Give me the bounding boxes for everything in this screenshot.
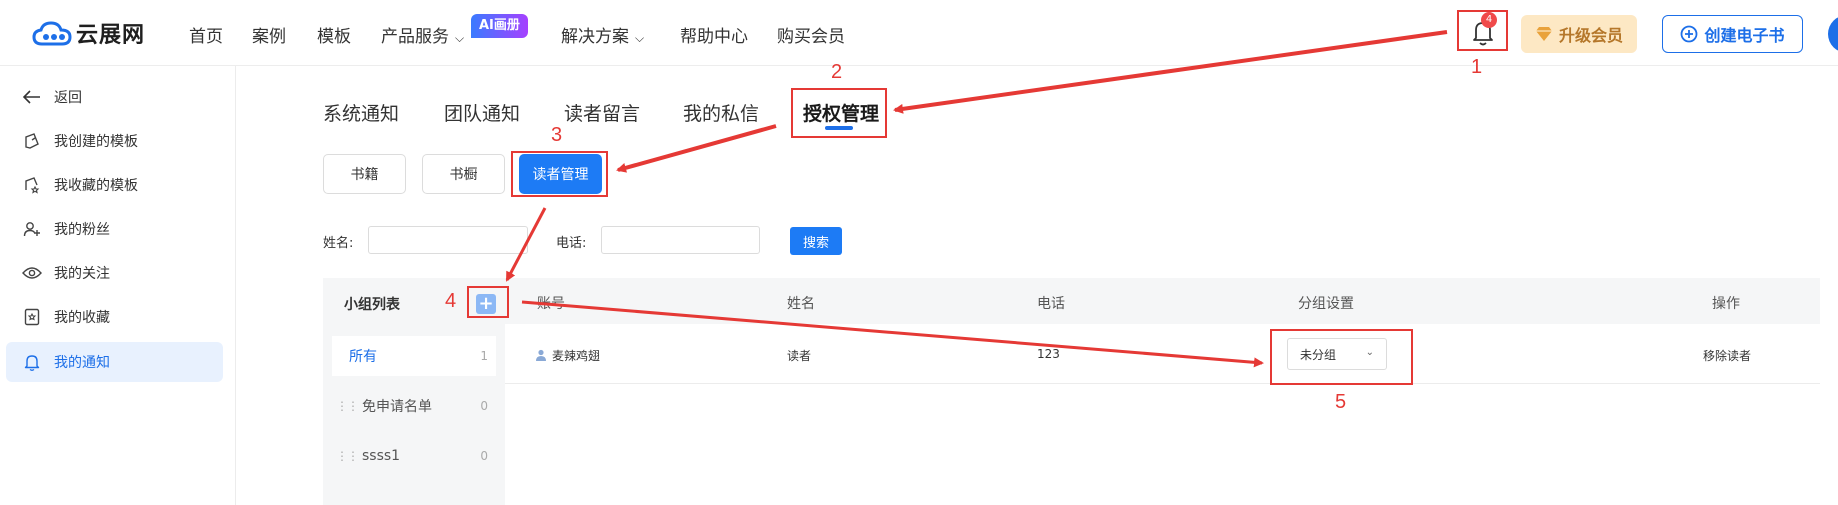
sidebar-item-label: 我的粉丝 <box>54 222 110 238</box>
cell-name: 读者 <box>787 349 812 363</box>
cloud-logo-icon <box>32 21 72 46</box>
sidebar-item-fans[interactable]: 我的粉丝 <box>6 209 223 249</box>
chevron-down-icon: ⌵ <box>635 31 645 45</box>
sidebar-back-label: 返回 <box>54 90 82 106</box>
nav-cases[interactable]: 案例 <box>252 22 286 47</box>
drag-handle-icon[interactable]: ⋮⋮ <box>336 449 359 463</box>
phone-filter-label: 电话: <box>556 236 587 251</box>
account-text: 麦辣鸡翅 <box>552 349 601 363</box>
sidebar-item-notifications[interactable]: 我的通知 <box>6 342 223 382</box>
create-label: 创建电子书 <box>1704 26 1785 45</box>
annotation-arrows <box>505 30 1448 368</box>
phone-input[interactable] <box>601 226 760 254</box>
column-header-phone: 电话 <box>1037 296 1065 312</box>
user-icon <box>536 349 546 361</box>
upgrade-label: 升级会员 <box>1558 26 1623 45</box>
sidebar-item-label: 我的收藏 <box>54 310 110 326</box>
sidebar-item-favorites[interactable]: 我的收藏 <box>6 297 223 337</box>
group-item-count: 0 <box>480 449 488 463</box>
tab-private-messages[interactable]: 我的私信 <box>683 99 759 126</box>
sidebar-item-created-templates[interactable]: 我创建的模板 <box>6 121 223 161</box>
eye-icon <box>22 263 42 283</box>
column-header-actions: 操作 <box>1712 296 1740 312</box>
user-plus-icon <box>22 219 42 239</box>
group-list-title: 小组列表 <box>344 297 400 313</box>
group-item-label: 免申请名单 <box>362 399 432 415</box>
avatar[interactable] <box>1828 15 1838 53</box>
group-item-count: 1 <box>480 349 488 363</box>
annotation-box-4 <box>467 286 509 318</box>
search-button[interactable]: 搜索 <box>790 227 842 255</box>
annotation-box-5 <box>1270 329 1413 385</box>
nav-membership[interactable]: 购买会员 <box>777 22 845 47</box>
brush-icon <box>22 131 42 151</box>
subtab-bookshelf[interactable]: 书橱 <box>422 154 505 194</box>
ai-badge[interactable]: AI画册 <box>471 14 528 38</box>
group-item-label: ssss1 <box>362 448 401 464</box>
nav-home[interactable]: 首页 <box>189 22 223 47</box>
bell-icon <box>22 352 42 372</box>
column-header-account: 账号 <box>537 296 565 312</box>
subtab-books[interactable]: 书籍 <box>323 154 406 194</box>
sidebar-item-label: 我收藏的模板 <box>54 178 138 194</box>
cell-account: 麦辣鸡翅 <box>535 347 600 364</box>
annotation-number-4: 4 <box>445 290 457 312</box>
nav-help[interactable]: 帮助中心 <box>680 22 748 47</box>
cell-phone: 123 <box>1037 347 1060 361</box>
annotation-box-3 <box>511 151 608 197</box>
template-star-icon <box>22 175 42 195</box>
drag-handle-icon[interactable]: ⋮⋮ <box>336 399 359 413</box>
sidebar-back[interactable]: 返回 <box>6 77 223 117</box>
chevron-down-icon: ⌵ <box>455 31 465 45</box>
page: 云展网 首页 案例 模板 产品服务 ⌵ AI画册 解决方案 ⌵ 帮助中心 购买会员 … <box>0 0 1838 505</box>
group-item-all[interactable]: 所有 1 <box>332 336 496 376</box>
remove-reader-link[interactable]: 移除读者 <box>1703 347 1751 364</box>
upgrade-membership-button[interactable]: 升级会员 <box>1521 15 1637 53</box>
sidebar-item-favorited-templates[interactable]: 我收藏的模板 <box>6 165 223 205</box>
nav-products-label: 产品服务 <box>381 27 449 47</box>
logo[interactable]: 云展网 <box>32 17 145 49</box>
tab-team-notice[interactable]: 团队通知 <box>444 99 520 126</box>
group-item-label: 所有 <box>349 349 377 365</box>
tab-reader-messages[interactable]: 读者留言 <box>564 99 640 126</box>
annotation-number-5: 5 <box>1335 391 1347 413</box>
annotation-number-1: 1 <box>1471 56 1483 78</box>
arrow-2-to-3 <box>616 124 777 173</box>
name-filter-label: 姓名: <box>323 236 354 251</box>
name-input[interactable] <box>368 226 528 254</box>
sidebar-item-label: 我创建的模板 <box>54 134 138 150</box>
table-header <box>505 278 1820 324</box>
annotation-box-2 <box>791 88 887 138</box>
nav-products[interactable]: 产品服务 ⌵ <box>381 22 464 47</box>
group-item-ssss1[interactable]: ⋮⋮ ssss1 0 <box>332 436 496 476</box>
nav-solutions[interactable]: 解决方案 ⌵ <box>561 22 644 47</box>
sidebar-item-label: 我的通知 <box>54 355 110 371</box>
plus-circle-icon <box>1681 25 1698 43</box>
annotation-number-3: 3 <box>551 124 563 146</box>
arrow-left-icon <box>22 87 42 107</box>
tab-system-notice[interactable]: 系统通知 <box>323 99 399 126</box>
group-item-whitelist[interactable]: ⋮⋮ 免申请名单 0 <box>332 386 496 426</box>
nav-solutions-label: 解决方案 <box>561 27 629 47</box>
create-ebook-button[interactable]: 创建电子书 <box>1662 15 1803 53</box>
sidebar-item-following[interactable]: 我的关注 <box>6 253 223 293</box>
sidebar-item-label: 我的关注 <box>54 266 110 282</box>
diamond-icon <box>1535 27 1552 41</box>
column-header-group-setting: 分组设置 <box>1298 296 1354 312</box>
top-navbar: 云展网 首页 案例 模板 产品服务 ⌵ AI画册 解决方案 ⌵ 帮助中心 购买会员 … <box>0 0 1838 66</box>
column-header-name: 姓名 <box>787 296 815 312</box>
bookmark-icon <box>22 307 42 327</box>
annotation-number-2: 2 <box>831 61 843 83</box>
logo-text: 云展网 <box>76 23 146 48</box>
table-row <box>505 324 1820 384</box>
group-item-count: 0 <box>480 399 488 413</box>
sidebar: 返回 我创建的模板 我收藏的模板 我的粉丝 我的关注 我的收藏 我的通知 <box>0 66 236 505</box>
annotation-box-1 <box>1457 10 1508 51</box>
nav-templates[interactable]: 模板 <box>317 22 351 47</box>
